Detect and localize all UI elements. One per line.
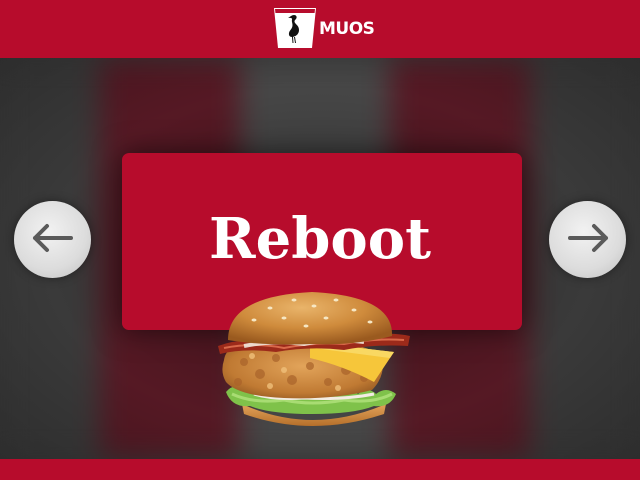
header-bar: MUOS (0, 0, 640, 58)
burger-image (214, 286, 410, 434)
previous-button[interactable] (14, 201, 91, 278)
arrow-right-icon (566, 223, 610, 257)
brand-text: MUOS (319, 19, 375, 39)
next-button[interactable] (549, 201, 626, 278)
slide-title: Reboot (209, 206, 431, 272)
heron-bucket-logo-icon (272, 7, 318, 49)
screen: MUOS Reboot (0, 0, 640, 480)
brand-logo: MUOS (272, 7, 375, 49)
arrow-left-icon (31, 223, 75, 257)
footer-bar (0, 459, 640, 480)
